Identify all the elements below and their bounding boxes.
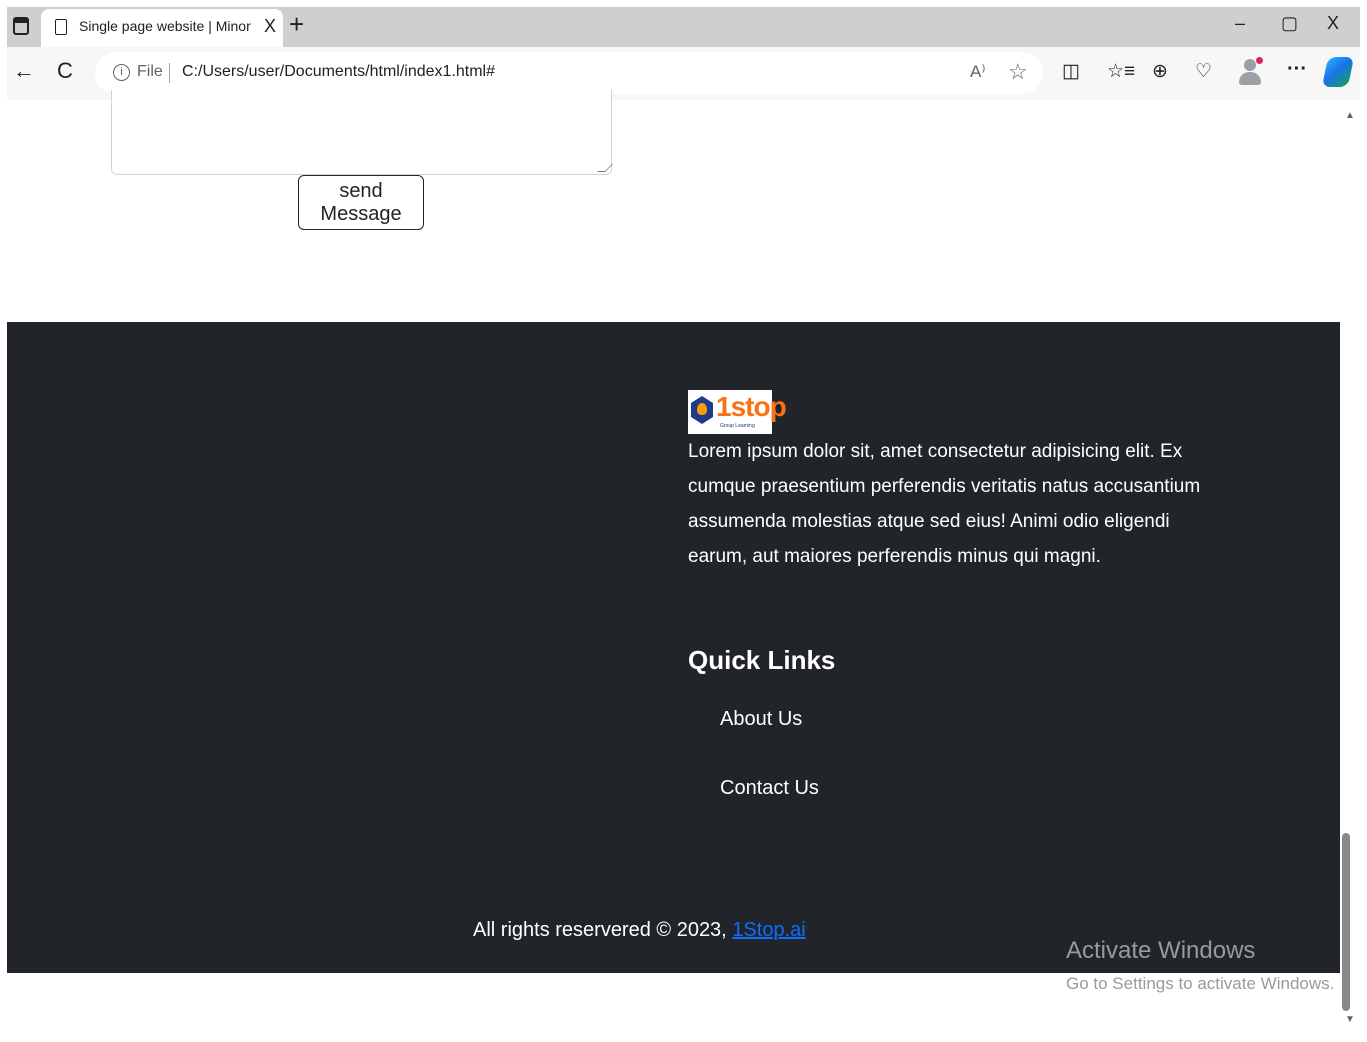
tab-close-icon[interactable]: X xyxy=(264,16,276,37)
maximize-button[interactable]: ▢ xyxy=(1281,13,1298,34)
message-textarea[interactable] xyxy=(111,90,613,175)
activate-windows-title: Activate Windows xyxy=(1066,937,1256,964)
address-divider xyxy=(169,63,170,83)
minimize-button[interactable]: – xyxy=(1235,13,1245,34)
list-item: Contact Us xyxy=(720,777,819,846)
quick-links-list: About Us Contact Us xyxy=(720,708,819,846)
address-bar[interactable]: i File C:/Users/user/Documents/html/inde… xyxy=(95,52,1043,94)
quick-links-title: Quick Links xyxy=(688,645,836,675)
page-viewport: send Message 1stop Group Learning Lorem … xyxy=(7,90,1340,1042)
avatar-head xyxy=(1244,59,1256,71)
reload-button[interactable]: C xyxy=(57,58,73,84)
logo-wordmark: 1stop xyxy=(716,391,787,422)
about-us-link[interactable]: About Us xyxy=(720,708,802,730)
1stop-logo: 1stop Group Learning xyxy=(688,390,787,434)
browser-essentials-icon[interactable]: ♡ xyxy=(1195,60,1212,83)
site-info-icon[interactable]: i xyxy=(113,64,130,81)
tab-actions-icon[interactable] xyxy=(13,17,29,35)
notification-dot xyxy=(1256,57,1263,64)
copilot-icon[interactable] xyxy=(1321,57,1355,87)
send-message-button[interactable]: send Message xyxy=(298,175,424,230)
contact-us-link[interactable]: Contact Us xyxy=(720,777,819,799)
copyright-text: All rights reservered © 2023, xyxy=(473,919,727,941)
site-footer: 1stop Group Learning Lorem ipsum dolor s… xyxy=(7,322,1340,973)
collections-icon[interactable]: ⊕ xyxy=(1152,60,1168,83)
footer-about-text: Lorem ipsum dolor sit, amet consectetur … xyxy=(688,441,1201,567)
tab-title: Single page website | Minor proj xyxy=(79,18,254,34)
tab-single-page-website[interactable]: Single page website | Minor proj X xyxy=(41,9,283,47)
favorites-icon[interactable]: ☆≡ xyxy=(1107,60,1135,83)
scroll-down-icon[interactable]: ▼ xyxy=(1345,1014,1355,1025)
url-text[interactable]: C:/Users/user/Documents/html/index1.html… xyxy=(182,63,495,81)
avatar-body xyxy=(1239,72,1261,85)
scroll-thumb[interactable] xyxy=(1342,833,1350,1011)
profile-avatar[interactable] xyxy=(1238,57,1263,87)
logo-shield-icon xyxy=(691,396,713,424)
browser-tab-bar: Single page website | Minor proj X + – ▢… xyxy=(7,7,1360,47)
new-tab-button[interactable]: + xyxy=(289,9,304,39)
page-icon xyxy=(55,19,67,35)
logo-shield-core xyxy=(697,403,707,415)
list-item: About Us xyxy=(720,708,819,777)
scheme-label: File xyxy=(137,63,163,80)
page-scrollbar[interactable]: ▲ ▼ xyxy=(1340,100,1360,1042)
scroll-up-icon[interactable]: ▲ xyxy=(1345,110,1355,121)
more-options-button[interactable]: ··· xyxy=(1287,58,1307,81)
copyright: All rights reservered © 2023, 1Stop.ai xyxy=(473,919,806,942)
split-screen-icon[interactable]: ◫ xyxy=(1062,60,1080,83)
close-window-button[interactable]: X xyxy=(1327,13,1339,34)
back-button[interactable]: ← xyxy=(13,58,35,84)
resize-grip-icon[interactable] xyxy=(597,164,613,172)
favorite-star-icon[interactable]: ☆ xyxy=(1008,59,1028,85)
read-aloud-icon[interactable]: A⁾ xyxy=(970,62,986,82)
activate-windows-subtitle: Go to Settings to activate Windows. xyxy=(1066,974,1335,993)
logo-tagline: Group Learning xyxy=(720,423,755,429)
copyright-link[interactable]: 1Stop.ai xyxy=(732,919,805,941)
